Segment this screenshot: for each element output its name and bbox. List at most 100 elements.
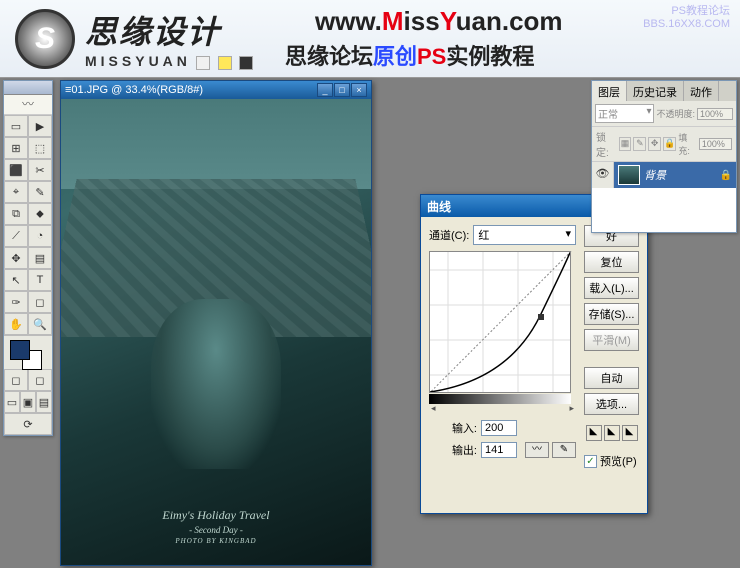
eyedropper-gray-icon[interactable]: ◣ (604, 425, 620, 441)
curve-mode-icon[interactable]: 〰 (525, 442, 549, 458)
logo-cn: 思缘设计 (85, 7, 255, 53)
tool-wand[interactable]: ⬚ (28, 137, 52, 159)
tool-eraser[interactable]: ⟋ (4, 225, 28, 247)
input-label: 输入: (429, 420, 477, 436)
tab-history[interactable]: 历史记录 (627, 81, 684, 101)
tool-crop[interactable]: ⬛ (4, 159, 28, 181)
panel-tabs: 图层 历史记录 动作 (592, 81, 736, 101)
lock-label: 锁定: (596, 129, 617, 159)
layer-name: 背景 (644, 167, 666, 183)
tool-history-brush[interactable]: ⬥ (28, 203, 52, 225)
preview-checkbox[interactable]: ✓ (584, 455, 597, 468)
preview-label: 预览(P) (600, 453, 637, 469)
watermark: PS教程论坛 BBS.16XX8.COM (643, 2, 730, 30)
toolbox-logo: 〰 (4, 95, 52, 115)
header-square-1 (196, 56, 210, 70)
screen-full[interactable]: ▤ (36, 391, 52, 413)
curve-graph[interactable] (429, 251, 571, 393)
input-field[interactable] (481, 420, 517, 436)
eyedropper-black-icon[interactable]: ◣ (586, 425, 602, 441)
tool-type[interactable]: T (28, 269, 52, 291)
color-swatches (4, 335, 52, 369)
document-canvas[interactable]: Eimy's Holiday Travel - Second Day - PHO… (61, 99, 371, 565)
opacity-value[interactable]: 100% (697, 108, 733, 120)
tool-gradient[interactable]: ◔ (28, 225, 52, 247)
screen-modes: ▭ ▣ ▤ (4, 391, 52, 413)
header-right: www.MissYuan.com 思缘论坛原创PS实例教程 (285, 6, 563, 71)
blend-mode-select[interactable]: 正常▾ (595, 104, 654, 123)
tool-shape[interactable]: ◻ (28, 291, 52, 313)
output-label: 输出: (429, 442, 477, 458)
quick-mask-mode[interactable]: ◻ (28, 369, 52, 391)
canvas-caption: Eimy's Holiday Travel - Second Day - PHO… (61, 508, 371, 545)
tool-pen[interactable]: ✑ (4, 291, 28, 313)
toolbox-titlebar[interactable] (4, 81, 52, 95)
standard-mode[interactable]: ◻ (4, 369, 28, 391)
logo-en: MISSYUAN (85, 53, 191, 69)
options-button[interactable]: 选项... (584, 393, 639, 415)
auto-button[interactable]: 自动 (584, 367, 639, 389)
fill-value[interactable]: 100% (699, 138, 732, 150)
opacity-label: 不透明度: (656, 107, 695, 120)
reset-button[interactable]: 复位 (584, 251, 639, 273)
header-banner: S 思缘设计 MISSYUAN www.MissYuan.com 思缘论坛原创P… (0, 0, 740, 78)
close-button[interactable]: × (351, 83, 367, 97)
eyedropper-white-icon[interactable]: ◣ (622, 425, 638, 441)
tab-actions[interactable]: 动作 (684, 81, 719, 101)
output-field[interactable] (481, 442, 517, 458)
gradient-bar[interactable] (429, 394, 571, 404)
document-title: 01.JPG @ 33.4%(RGB/8#) (71, 84, 317, 96)
document-window: ≡ 01.JPG @ 33.4%(RGB/8#) _ □ × Eimy's Ho… (60, 80, 372, 566)
maximize-button[interactable]: □ (334, 83, 350, 97)
logo-icon: S (15, 9, 75, 69)
jump-to-imageready[interactable]: ⟳ (4, 413, 52, 435)
header-square-2 (218, 56, 232, 70)
tool-hand[interactable]: ✋ (4, 313, 28, 335)
header-square-3 (239, 56, 253, 70)
tool-blur[interactable]: ✥ (4, 247, 28, 269)
tool-stamp[interactable]: ⧉ (4, 203, 28, 225)
pencil-mode-icon[interactable]: ✎ (552, 442, 576, 458)
lock-transparent-icon[interactable]: ▦ (619, 137, 632, 151)
tool-marquee[interactable]: ▭ (4, 115, 28, 137)
chevron-down-icon: ▾ (646, 106, 651, 121)
lock-all-icon[interactable]: 🔒 (663, 137, 676, 151)
lock-pixels-icon[interactable]: ✎ (633, 137, 646, 151)
fill-label: 填充: (678, 131, 697, 157)
curves-title: 曲线 (427, 198, 451, 214)
workspace: 〰 ▭ ▶ ⊞ ⬚ ⬛ ✂ ⌖ ✎ ⧉ ⬥ ⟋ ◔ ✥ ▤ ↖ T ✑ ◻ ✋ … (0, 78, 740, 568)
tool-heal[interactable]: ⌖ (4, 181, 28, 203)
curve-point[interactable] (538, 314, 544, 320)
layer-item-background[interactable]: 👁 背景 🔒 (592, 162, 736, 188)
load-button[interactable]: 载入(L)... (584, 277, 639, 299)
minimize-button[interactable]: _ (317, 83, 333, 97)
tool-dodge[interactable]: ▤ (28, 247, 52, 269)
layer-locked-icon: 🔒 (720, 170, 732, 181)
lock-position-icon[interactable]: ✥ (648, 137, 661, 151)
tool-slice[interactable]: ✂ (28, 159, 52, 181)
curves-dialog: 曲线 × 通道(C): 红 ▾ (420, 194, 648, 514)
channel-select[interactable]: 红 ▾ (473, 225, 576, 245)
screen-standard[interactable]: ▭ (4, 391, 20, 413)
channel-label: 通道(C): (429, 227, 469, 243)
layer-list: 👁 背景 🔒 (592, 162, 736, 232)
tool-lasso[interactable]: ⊞ (4, 137, 28, 159)
toolbox-tools: ▭ ▶ ⊞ ⬚ ⬛ ✂ ⌖ ✎ ⧉ ⬥ ⟋ ◔ ✥ ▤ ↖ T ✑ ◻ ✋ 🔍 (4, 115, 52, 335)
tool-brush[interactable]: ✎ (28, 181, 52, 203)
document-titlebar[interactable]: ≡ 01.JPG @ 33.4%(RGB/8#) _ □ × (61, 81, 371, 99)
tool-path[interactable]: ↖ (4, 269, 28, 291)
layer-thumbnail[interactable] (618, 165, 640, 185)
tool-move[interactable]: ▶ (28, 115, 52, 137)
quick-mask-modes: ◻ ◻ (4, 369, 52, 391)
tab-layers[interactable]: 图层 (592, 81, 627, 101)
logo-text: 思缘设计 MISSYUAN (85, 7, 255, 70)
save-button[interactable]: 存储(S)... (584, 303, 639, 325)
tool-zoom[interactable]: 🔍 (28, 313, 52, 335)
screen-full-menu[interactable]: ▣ (20, 391, 36, 413)
url: www.MissYuan.com (315, 6, 563, 37)
foreground-color-swatch[interactable] (10, 340, 30, 360)
layer-visibility-icon[interactable]: 👁 (592, 162, 614, 188)
subtitle: 思缘论坛原创PS实例教程 (285, 39, 563, 71)
toolbox-palette: 〰 ▭ ▶ ⊞ ⬚ ⬛ ✂ ⌖ ✎ ⧉ ⬥ ⟋ ◔ ✥ ▤ ↖ T ✑ ◻ ✋ … (3, 80, 53, 436)
layers-panel: 图层 历史记录 动作 正常▾ 不透明度: 100% 锁定: ▦ ✎ ✥ 🔒 填充… (591, 80, 737, 233)
